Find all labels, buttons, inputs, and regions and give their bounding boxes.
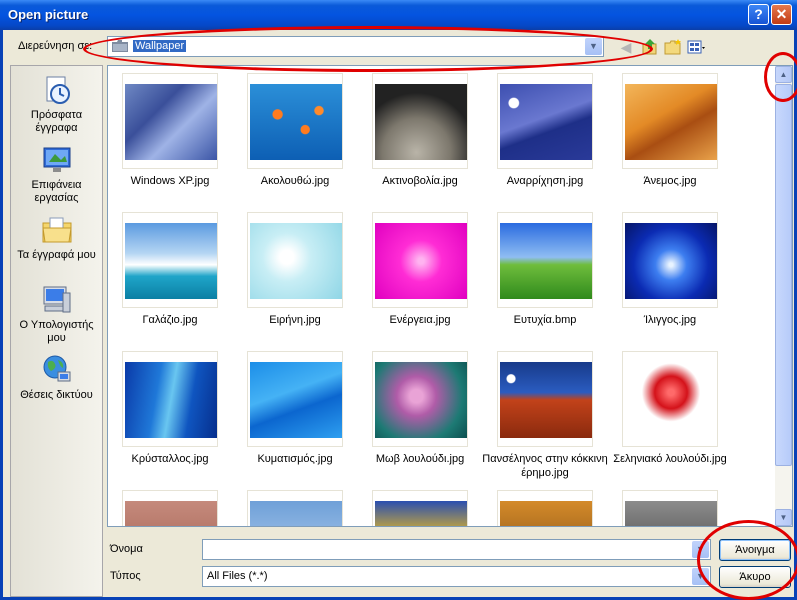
my-computer-icon: [43, 286, 70, 313]
place-my-computer[interactable]: Ο Υπολογιστής μου: [11, 284, 102, 345]
scroll-thumb[interactable]: [775, 84, 792, 466]
look-in-value: Wallpaper: [133, 40, 187, 52]
file-thumbnail[interactable]: [497, 351, 593, 447]
close-button[interactable]: ✕: [771, 4, 792, 25]
open-picture-dialog: Open picture ? ✕ Διερεύνηση σε: Wallpape…: [0, 0, 797, 600]
recent-documents-icon: [46, 76, 70, 104]
file-thumbnail[interactable]: [372, 73, 468, 169]
file-name[interactable]: Μωβ λουλούδι.jpg: [355, 452, 485, 466]
file-thumbnail[interactable]: [622, 73, 718, 169]
file-thumbnail[interactable]: [247, 351, 343, 447]
file-name[interactable]: Ευτυχία.bmp: [480, 313, 610, 327]
my-documents-icon: [41, 217, 72, 243]
filetype-label: Τύπος: [110, 570, 141, 582]
place-network[interactable]: Θέσεις δικτύου: [11, 354, 102, 402]
dialog-title: Open picture: [8, 7, 89, 22]
new-folder-icon[interactable]: [664, 38, 682, 56]
back-icon[interactable]: ◀: [617, 38, 635, 56]
place-desktop[interactable]: Επιφάνεια εργασίας: [11, 144, 102, 205]
file-thumbnail[interactable]: [372, 351, 468, 447]
file-thumbnail[interactable]: [247, 73, 343, 169]
place-label: Πρόσφατα έγγραφα: [30, 109, 83, 134]
file-name[interactable]: Σεληνιακό λουλούδι.jpg: [605, 452, 735, 466]
file-thumbnail[interactable]: [372, 490, 468, 526]
look-in-dropdown[interactable]: Wallpaper ▼: [107, 36, 604, 57]
places-bar: Πρόσφατα έγγραφα Επιφάνεια εργασίας Τα έ…: [10, 65, 103, 597]
file-thumbnail[interactable]: [247, 490, 343, 526]
title-bar[interactable]: Open picture ? ✕: [0, 0, 797, 30]
file-thumbnail[interactable]: [622, 351, 718, 447]
file-name[interactable]: Windows XP.jpg: [108, 174, 235, 188]
file-thumbnail[interactable]: [122, 490, 218, 526]
look-in-label: Διερεύνηση σε:: [18, 40, 93, 52]
place-label: Τα έγγραφά μου: [17, 249, 96, 261]
filename-label: Όνομα: [110, 543, 143, 555]
file-name[interactable]: Ακολουθώ.jpg: [230, 174, 360, 188]
place-recent-documents[interactable]: Πρόσφατα έγγραφα: [11, 74, 102, 135]
file-name[interactable]: Κρύσταλλος.jpg: [108, 452, 235, 466]
file-thumbnail[interactable]: [497, 73, 593, 169]
file-thumbnail[interactable]: [122, 351, 218, 447]
open-button[interactable]: Άνοιγμα: [719, 539, 791, 561]
file-name[interactable]: Πανσέληνος στην κόκκινη έρημο.jpg: [480, 452, 610, 480]
vertical-scrollbar[interactable]: ▲ ▼: [775, 66, 792, 526]
file-name[interactable]: Άνεμος.jpg: [605, 174, 735, 188]
file-thumbnail[interactable]: [497, 490, 593, 526]
file-name[interactable]: Ίλιγγος.jpg: [605, 313, 735, 327]
file-name[interactable]: Ειρήνη.jpg: [230, 313, 360, 327]
desktop-icon: [43, 147, 70, 172]
scroll-up-button[interactable]: ▲: [775, 66, 792, 83]
place-label: Ο Υπολογιστής μου: [19, 319, 94, 344]
place-label: Θέσεις δικτύου: [20, 389, 93, 401]
network-places-icon: [43, 355, 70, 382]
place-my-documents[interactable]: Τα έγγραφά μου: [11, 214, 102, 262]
help-button[interactable]: ?: [748, 4, 769, 25]
file-thumbnail[interactable]: [122, 73, 218, 169]
place-label: Επιφάνεια εργασίας: [31, 179, 82, 204]
file-name[interactable]: Ενέργεια.jpg: [355, 313, 485, 327]
chevron-down-icon[interactable]: ▼: [692, 568, 709, 585]
filetype-combo[interactable]: All Files (*.*) ▼: [202, 566, 711, 587]
file-name[interactable]: Κυματισμός.jpg: [230, 452, 360, 466]
folder-icon: [112, 40, 128, 52]
up-folder-icon[interactable]: [641, 38, 659, 56]
file-name[interactable]: Αναρρίχηση.jpg: [480, 174, 610, 188]
file-name[interactable]: Ακτινοβολία.jpg: [355, 174, 485, 188]
cancel-button[interactable]: Άκυρο: [719, 566, 791, 588]
file-name[interactable]: Γαλάζιο.jpg: [108, 313, 235, 327]
chevron-down-icon[interactable]: ▼: [692, 541, 709, 558]
filename-combo[interactable]: ▼: [202, 539, 711, 560]
file-thumbnail[interactable]: [622, 212, 718, 308]
view-menu-icon[interactable]: [687, 38, 705, 56]
file-thumbnail[interactable]: [372, 212, 468, 308]
file-list-pane[interactable]: Windows XP.jpg Ακολουθώ.jpg Ακτινοβολία.…: [107, 65, 793, 527]
file-thumbnail[interactable]: [122, 212, 218, 308]
chevron-down-icon[interactable]: ▼: [585, 38, 602, 55]
file-thumbnail[interactable]: [247, 212, 343, 308]
file-thumbnail[interactable]: [622, 490, 718, 526]
scroll-down-button[interactable]: ▼: [775, 509, 792, 526]
file-thumbnail[interactable]: [497, 212, 593, 308]
filetype-value: All Files (*.*): [207, 570, 268, 582]
